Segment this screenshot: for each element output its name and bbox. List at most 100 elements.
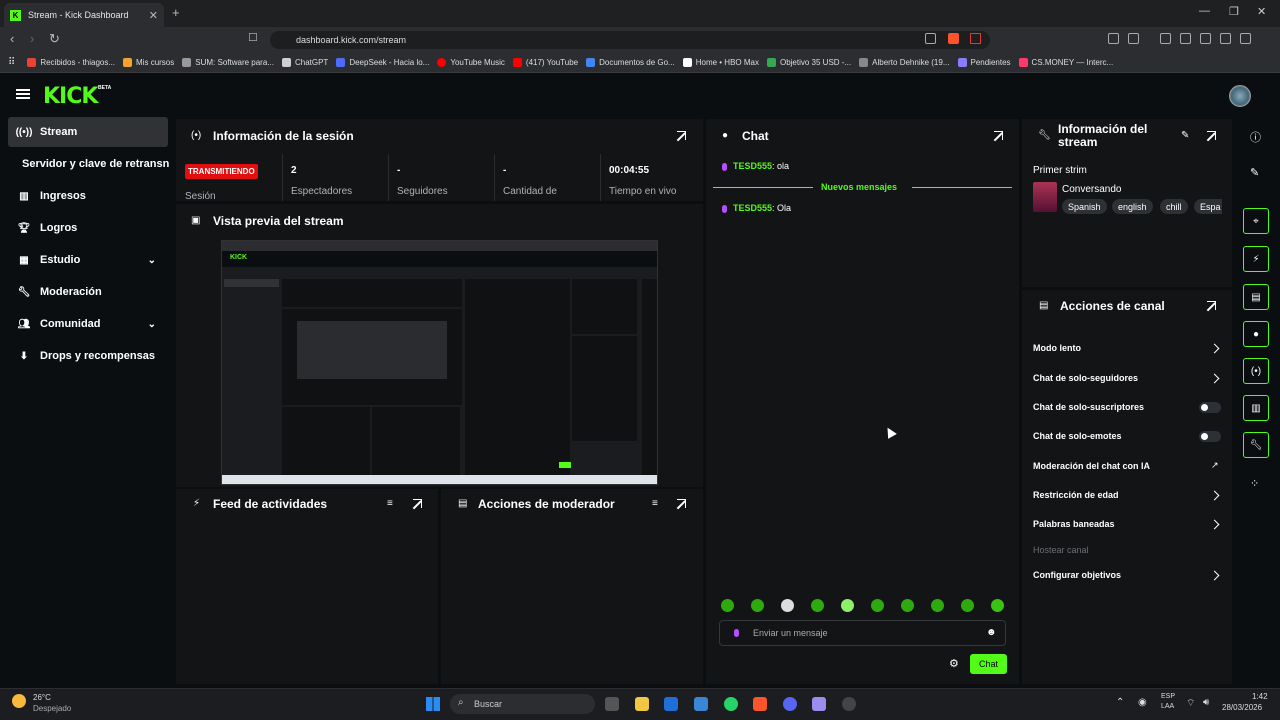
action-slow-mode[interactable]: Modo lento <box>1033 343 1081 353</box>
clock-time[interactable]: 1:42 <box>1252 692 1268 701</box>
sidebar-toggle-icon[interactable] <box>1180 33 1191 44</box>
stream-tag[interactable]: Espa <box>1194 199 1222 214</box>
rail-broadcast-button[interactable]: (•) <box>1243 358 1269 384</box>
stream-category[interactable]: Conversando <box>1062 184 1121 195</box>
sidebar-item-moderacion[interactable]: 🔧︎ Moderación <box>8 277 168 307</box>
sidebar-item-comunidad[interactable]: 👥︎ Comunidad ⌄ <box>8 309 168 339</box>
brave-browser-icon[interactable] <box>753 697 767 711</box>
stream-tag[interactable]: english <box>1112 199 1153 214</box>
extension-icon-1[interactable] <box>1108 33 1119 44</box>
store-icon[interactable] <box>664 697 678 711</box>
emote-icon[interactable] <box>961 599 974 612</box>
reload-icon[interactable]: ↻ <box>49 31 60 47</box>
maximize-icon[interactable]: ❐ <box>1229 5 1239 18</box>
emotes-only-toggle[interactable] <box>1199 431 1221 442</box>
url-field[interactable]: dashboard.kick.com/stream <box>270 31 990 49</box>
action-ai-moderation[interactable]: Moderación del chat con IA <box>1033 461 1150 471</box>
sidebar-item-server-key[interactable]: Servidor y clave de retransn <box>22 149 175 179</box>
tab-close-icon[interactable]: ✕ <box>149 9 158 22</box>
bookmark-item[interactable]: SUM: Software para... <box>182 58 274 67</box>
add-widget-icon[interactable]: ⁘ <box>1250 477 1259 490</box>
rail-chat-button[interactable]: ● <box>1243 321 1269 347</box>
chat-username[interactable]: TESD555 <box>733 161 772 171</box>
action-followers-only[interactable]: Chat de solo-seguidores <box>1033 373 1138 383</box>
app-icon[interactable] <box>812 697 826 711</box>
apps-icon[interactable]: ⠿ <box>8 57 15 68</box>
close-window-icon[interactable]: ✕ <box>1257 5 1266 18</box>
brave-rewards-icon[interactable] <box>970 33 981 44</box>
chat-settings-gear-icon[interactable]: ⚙ <box>949 657 959 670</box>
rail-lightning-button[interactable]: ⚡︎ <box>1243 246 1269 272</box>
edit-pencil-icon[interactable]: ✎ <box>1250 166 1259 179</box>
weather-temp[interactable]: 26°C <box>33 693 51 702</box>
emote-icon[interactable] <box>751 599 764 612</box>
stream-preview-video[interactable]: KICK <box>221 240 658 485</box>
whatsapp-icon[interactable] <box>724 697 738 711</box>
bookmark-item[interactable]: (417) YouTube <box>512 58 578 67</box>
emote-icon[interactable] <box>721 599 734 612</box>
new-tab-button[interactable]: + <box>172 5 180 20</box>
kick-logo[interactable]: KICK <box>43 84 98 109</box>
emote-icon[interactable] <box>991 599 1004 612</box>
emote-icon[interactable] <box>901 599 914 612</box>
emoji-picker-icon[interactable]: ☻ <box>986 627 997 638</box>
browser-tab[interactable]: K Stream - Kick Dashboard ✕ <box>4 3 164 27</box>
tray-app-icon[interactable]: ◉ <box>1138 697 1147 708</box>
info-icon[interactable]: ⓘ <box>1250 129 1261 145</box>
wifi-icon[interactable]: ⌔ <box>1186 697 1195 710</box>
rail-wrench-button[interactable]: 🔧︎ <box>1243 432 1269 458</box>
emote-icon[interactable] <box>871 599 884 612</box>
bookmark-item[interactable]: CS.MONEY — Interc... <box>1018 58 1113 67</box>
user-avatar[interactable] <box>1229 85 1251 107</box>
chat-username[interactable]: TESD555 <box>733 203 772 213</box>
bookmark-item[interactable]: Recibidos - thiagos... <box>27 58 115 67</box>
emote-icon[interactable] <box>931 599 944 612</box>
share-icon[interactable] <box>925 33 936 44</box>
category-thumbnail[interactable] <box>1033 182 1057 212</box>
tray-chevron-icon[interactable]: ⌃ <box>1116 697 1124 708</box>
bookmark-item[interactable]: YouTube Music <box>437 58 505 67</box>
bookmark-item[interactable]: Pendientes <box>957 58 1011 67</box>
discord-icon[interactable] <box>783 697 797 711</box>
expand-icon[interactable] <box>1207 131 1216 140</box>
brave-shield-icon[interactable] <box>948 33 959 44</box>
bookmark-item[interactable]: ChatGPT <box>281 58 328 67</box>
chat-send-button[interactable]: Chat <box>970 654 1007 674</box>
expand-icon[interactable] <box>413 499 422 508</box>
shield-icon[interactable] <box>1240 33 1251 44</box>
sidebar-item-logros[interactable]: 🏆︎ Logros <box>8 213 168 243</box>
action-configure-goals[interactable]: Configurar objetivos <box>1033 570 1121 580</box>
app-icon[interactable] <box>694 697 708 711</box>
clock-date[interactable]: 28/03/2026 <box>1222 703 1262 712</box>
stream-tag[interactable]: chill <box>1160 199 1188 214</box>
emote-icon[interactable] <box>811 599 824 612</box>
back-icon[interactable]: ‹ <box>10 31 14 46</box>
chat-message[interactable]: TESD555: ola <box>722 161 789 171</box>
bookmark-item[interactable]: Home • HBO Max <box>682 58 759 67</box>
download-icon[interactable] <box>1160 33 1171 44</box>
filter-icon[interactable]: ≡ <box>652 498 658 509</box>
expand-icon[interactable] <box>677 499 686 508</box>
action-banned-words[interactable]: Palabras baneadas <box>1033 519 1115 529</box>
emote-icon[interactable] <box>841 599 854 612</box>
sidebar-item-estudio[interactable]: ▦ Estudio ⌄ <box>8 245 168 275</box>
stream-tag[interactable]: Spanish <box>1062 199 1107 214</box>
expand-icon[interactable] <box>677 131 686 140</box>
rail-channel-button[interactable]: ▥ <box>1243 395 1269 421</box>
windows-start-icon[interactable] <box>426 697 440 711</box>
file-explorer-icon[interactable] <box>635 697 649 711</box>
bookmark-item[interactable]: Alberto Dehnike (19... <box>859 58 950 67</box>
bookmark-item[interactable]: Mis cursos <box>123 58 174 67</box>
wallet-icon[interactable] <box>1200 33 1211 44</box>
vpn-icon[interactable] <box>1220 33 1231 44</box>
rail-capture-button[interactable]: ⌖ <box>1243 208 1269 234</box>
minimize-icon[interactable]: — <box>1199 5 1210 17</box>
language-indicator[interactable]: ESP <box>1161 693 1175 700</box>
volume-icon[interactable]: 🔊︎ <box>1203 697 1209 708</box>
bookmark-item[interactable]: DeepSeek - Hacia lo... <box>336 58 429 67</box>
app-icon[interactable] <box>842 697 856 711</box>
taskbar-search[interactable]: ⌕ Buscar <box>450 694 595 714</box>
chat-message[interactable]: TESD555: Ola <box>722 203 791 213</box>
sidebar-item-ingresos[interactable]: ▥ Ingresos <box>8 181 168 211</box>
sidebar-item-drops[interactable]: ⬇ Drops y recompensas <box>8 341 168 371</box>
